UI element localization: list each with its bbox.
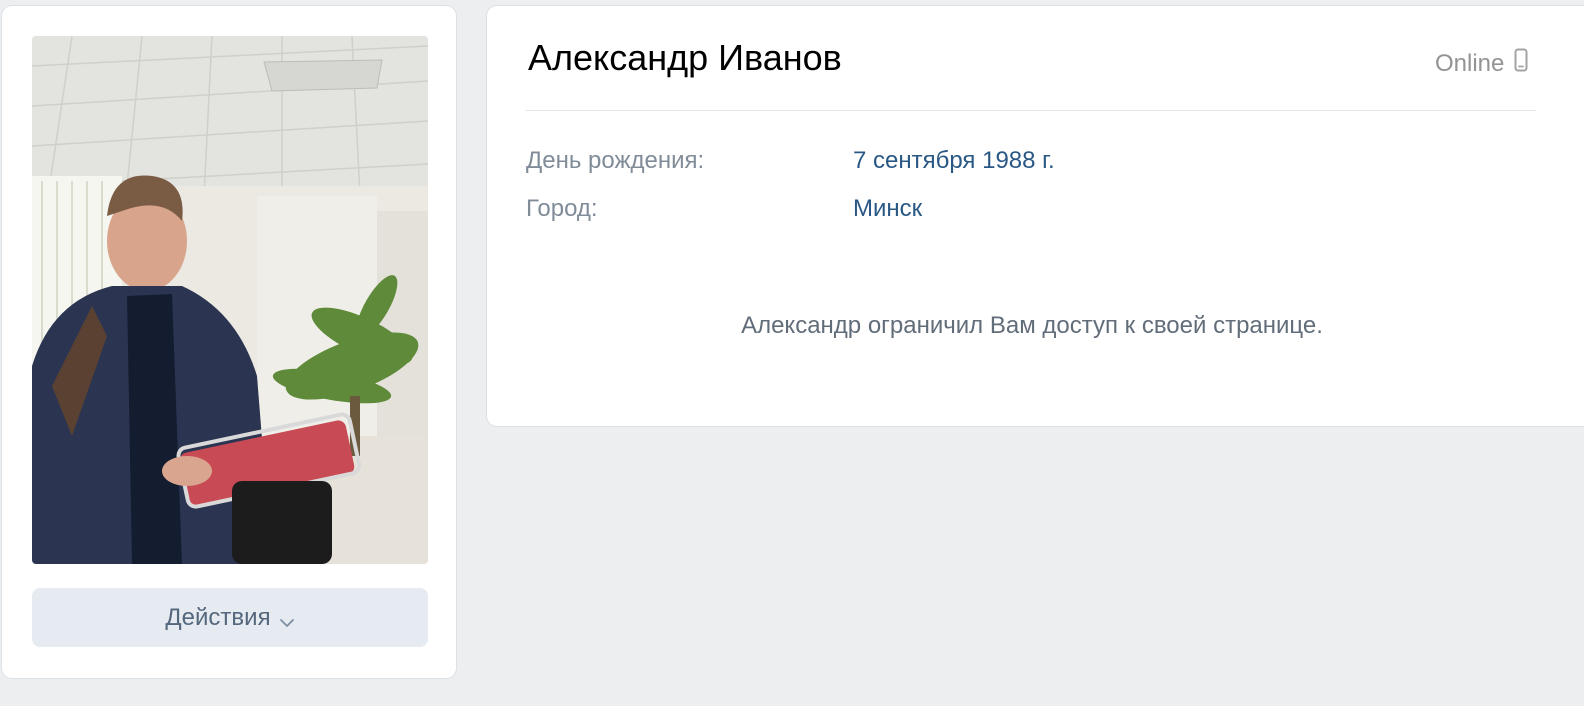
profile-info-card: Александр Иванов Online День рождения: 7…: [487, 6, 1584, 426]
actions-dropdown-button[interactable]: Действия: [32, 588, 428, 647]
profile-sidebar-card: Действия: [2, 6, 456, 678]
online-status: Online: [1435, 48, 1528, 79]
actions-button-label: Действия: [165, 603, 271, 631]
profile-photo[interactable]: [32, 36, 428, 564]
online-status-label: Online: [1435, 49, 1505, 77]
chevron-down-icon: [279, 607, 295, 635]
birthday-label: День рождения:: [526, 147, 705, 174]
birthday-value-link[interactable]: 7 сентября 1988 г.: [853, 146, 1055, 176]
mobile-phone-icon: [1514, 48, 1528, 79]
city-label: Город:: [526, 195, 598, 222]
profile-photo-image: [32, 36, 428, 564]
city-value-link[interactable]: Минск: [853, 194, 922, 224]
header-divider: [526, 110, 1536, 111]
restricted-access-message: Александр ограничил Вам доступ к своей с…: [741, 312, 1323, 339]
profile-name: Александр Иванов: [528, 37, 842, 78]
